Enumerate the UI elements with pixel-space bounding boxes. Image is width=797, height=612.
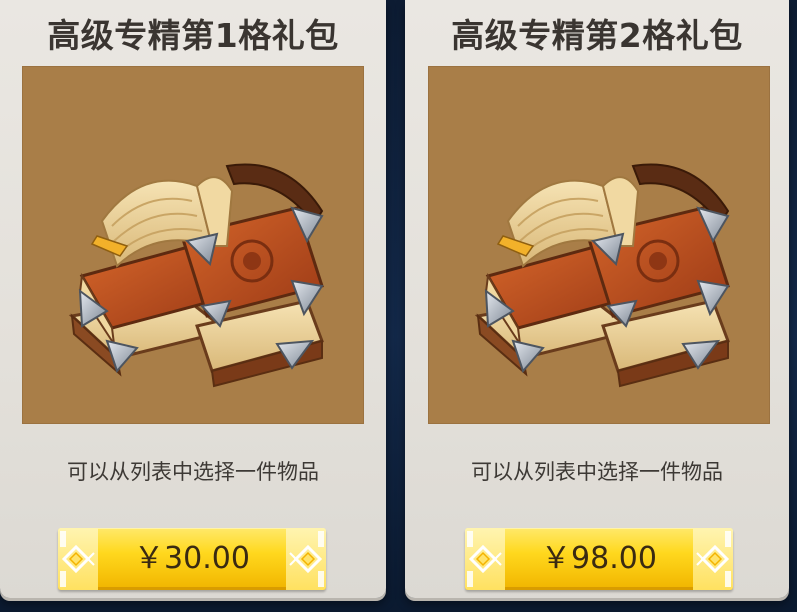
- diamond-ornament-icon: [286, 528, 326, 590]
- gift-pack-card-2[interactable]: 高级专精第2格礼包 可以从列表中选择一件物品 ￥98.00: [405, 0, 789, 598]
- pack-description: 可以从列表中选择一件物品: [471, 460, 723, 484]
- pack-artwork: [22, 66, 364, 424]
- book-bundle-icon: [476, 162, 730, 388]
- pack-artwork: [428, 66, 770, 424]
- diamond-ornament-icon: [693, 528, 733, 590]
- book-bundle-icon: [70, 162, 324, 388]
- pack-description: 可以从列表中选择一件物品: [67, 460, 319, 484]
- buy-button[interactable]: ￥98.00: [465, 528, 733, 590]
- pack-title: 高级专精第2格礼包: [451, 16, 743, 55]
- buy-button[interactable]: ￥30.00: [58, 528, 326, 590]
- pack-title: 高级专精第1格礼包: [47, 16, 339, 55]
- gift-pack-card-1[interactable]: 高级专精第1格礼包 可以从列表中选择一件物品 ￥30.00: [0, 0, 386, 598]
